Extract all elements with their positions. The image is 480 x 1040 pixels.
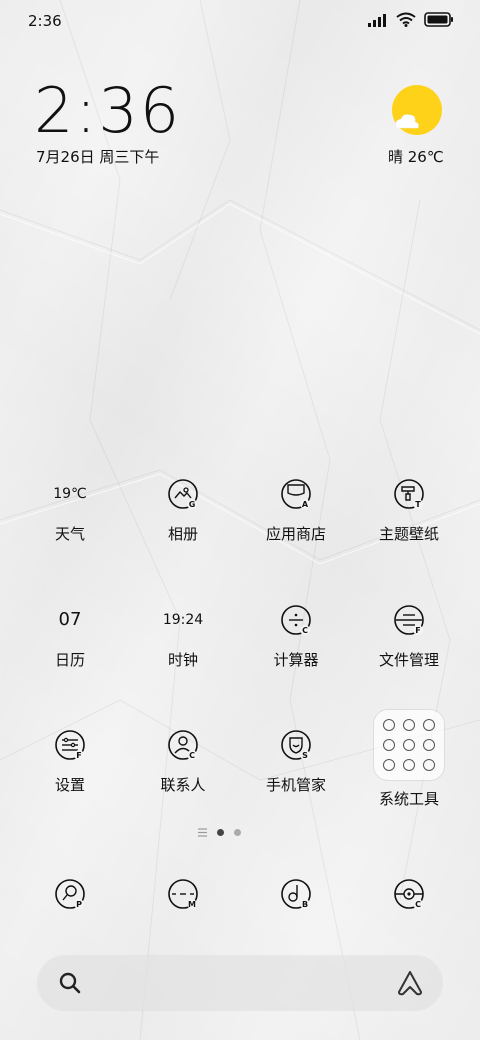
svg-text:S: S bbox=[302, 751, 308, 760]
search-icon[interactable] bbox=[58, 971, 82, 995]
clock-icon-time: 19:24 bbox=[162, 612, 204, 628]
status-icons bbox=[368, 12, 454, 27]
browser-icon: B bbox=[281, 879, 311, 909]
page-dot[interactable] bbox=[234, 829, 241, 836]
app-system-tools-folder[interactable]: 系统工具 bbox=[359, 710, 459, 820]
assistant-icon[interactable] bbox=[396, 969, 424, 997]
settings-icon: F bbox=[55, 730, 85, 760]
app-label-settings: 设置 bbox=[54, 776, 85, 794]
messages-icon: M bbox=[168, 879, 198, 909]
page-dot-active[interactable] bbox=[217, 829, 224, 836]
security-icon: S bbox=[281, 730, 311, 760]
weather-icon-temp: 19℃ bbox=[53, 486, 87, 502]
app-label-file-manager: 文件管理 bbox=[378, 651, 439, 669]
app-file-manager[interactable]: F 文件管理 bbox=[359, 603, 459, 693]
calendar-icon: 07 bbox=[20, 603, 120, 637]
svg-text:A: A bbox=[302, 500, 309, 509]
app-label-calendar: 日历 bbox=[54, 651, 85, 669]
menu-lines-icon bbox=[198, 828, 207, 837]
search-bar[interactable] bbox=[38, 956, 442, 1010]
svg-text:P: P bbox=[76, 900, 82, 909]
page-indicator[interactable] bbox=[198, 828, 241, 837]
app-calendar[interactable]: 07 日历 bbox=[20, 603, 120, 693]
themes-icon: T bbox=[394, 479, 424, 509]
svg-text:C: C bbox=[189, 751, 195, 760]
status-time: 2:36 bbox=[28, 12, 62, 30]
weather-icon: 19℃ bbox=[20, 477, 120, 511]
dock-messages[interactable]: M bbox=[133, 874, 233, 914]
app-label-calculator: 计算器 bbox=[273, 651, 319, 669]
svg-text:C: C bbox=[302, 626, 308, 635]
svg-text:F: F bbox=[76, 751, 81, 760]
app-themes[interactable]: T 主题壁纸 bbox=[359, 477, 459, 567]
weather-text: 晴 26℃ bbox=[388, 148, 444, 166]
svg-text:M: M bbox=[188, 900, 196, 909]
app-label-themes: 主题壁纸 bbox=[378, 525, 439, 543]
app-label-security: 手机管家 bbox=[265, 776, 326, 794]
app-app-store[interactable]: A 应用商店 bbox=[246, 477, 346, 567]
dock-phone[interactable]: P bbox=[20, 874, 120, 914]
clock-time: 2:36 bbox=[34, 74, 182, 147]
app-contacts[interactable]: C 联系人 bbox=[133, 728, 233, 818]
app-gallery[interactable]: G 相册 bbox=[133, 477, 233, 567]
svg-text:F: F bbox=[415, 626, 420, 635]
svg-text:B: B bbox=[302, 900, 308, 909]
app-label-gallery: 相册 bbox=[167, 525, 198, 543]
file-manager-icon: F bbox=[394, 605, 424, 635]
dock-browser[interactable]: B bbox=[246, 874, 346, 914]
wifi-icon bbox=[396, 12, 416, 27]
clock-date: 7月26日 周三下午 bbox=[36, 148, 160, 166]
signal-icon bbox=[368, 13, 386, 27]
app-settings[interactable]: F 设置 bbox=[20, 728, 120, 818]
sun-cloud-icon bbox=[392, 85, 442, 135]
app-calculator[interactable]: C 计算器 bbox=[246, 603, 346, 693]
battery-icon bbox=[424, 12, 453, 27]
svg-text:T: T bbox=[415, 500, 421, 509]
clock-icon: 19:24 bbox=[133, 603, 233, 637]
svg-text:C: C bbox=[415, 900, 421, 909]
app-label-system-tools: 系统工具 bbox=[378, 790, 439, 808]
app-label-weather: 天气 bbox=[54, 525, 85, 543]
svg-text:G: G bbox=[189, 500, 196, 509]
calendar-icon-day: 07 bbox=[58, 609, 82, 630]
app-label-clock: 时钟 bbox=[167, 651, 198, 669]
app-store-icon: A bbox=[281, 479, 311, 509]
dock-camera[interactable]: C bbox=[359, 874, 459, 914]
calculator-icon: C bbox=[281, 605, 311, 635]
app-security[interactable]: S 手机管家 bbox=[246, 728, 346, 818]
app-label-contacts: 联系人 bbox=[160, 776, 206, 794]
status-bar: 2:36 bbox=[0, 0, 480, 42]
app-label-app-store: 应用商店 bbox=[265, 525, 326, 543]
phone-icon: P bbox=[55, 879, 85, 909]
gallery-icon: G bbox=[168, 479, 198, 509]
contacts-icon: C bbox=[168, 730, 198, 760]
folder-icon bbox=[374, 710, 444, 780]
app-clock[interactable]: 19:24 时钟 bbox=[133, 603, 233, 693]
app-weather[interactable]: 19℃ 天气 bbox=[20, 477, 120, 567]
camera-icon: C bbox=[394, 879, 424, 909]
